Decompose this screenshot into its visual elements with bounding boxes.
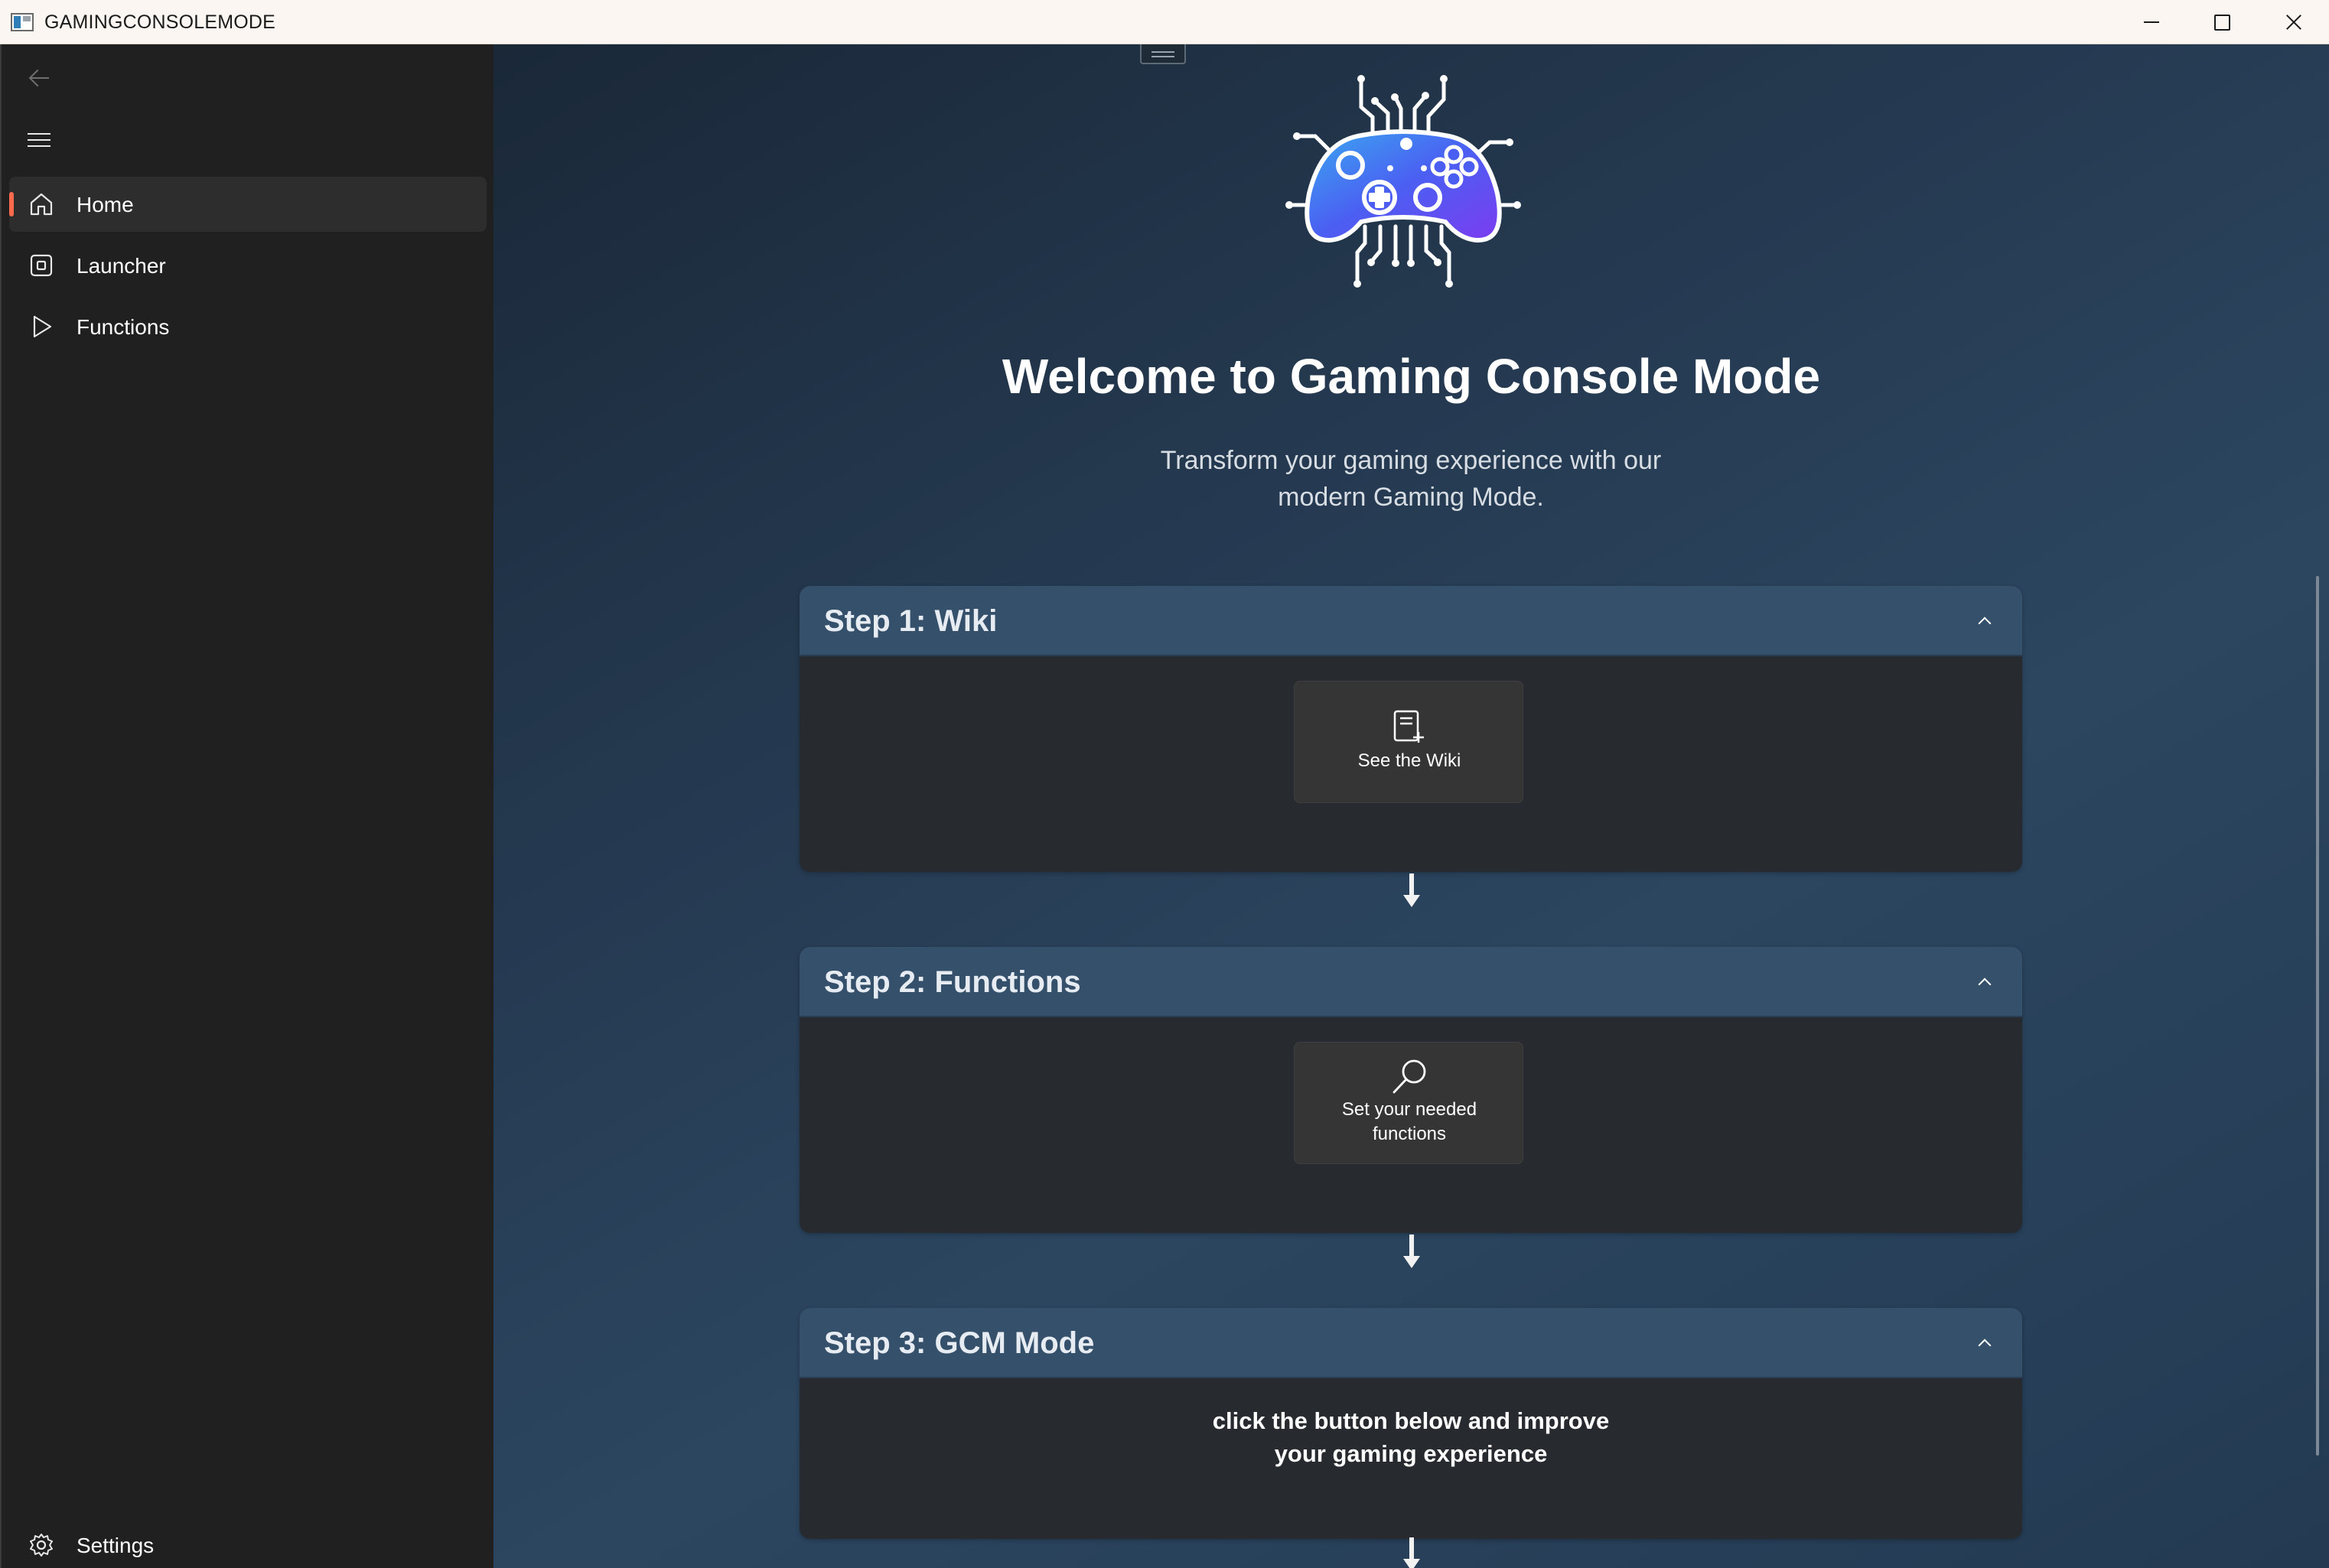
- see-wiki-label: See the Wiki: [1357, 750, 1461, 771]
- step-2-title: Step 2: Functions: [824, 965, 1081, 999]
- sidebar-item-label: Launcher: [77, 254, 166, 278]
- sidebar-item-launcher[interactable]: Launcher: [9, 238, 487, 293]
- settings-label: Settings: [77, 1534, 155, 1557]
- set-functions-label: Set your needed functions: [1295, 1098, 1524, 1147]
- step-3-header[interactable]: Step 3: GCM Mode: [800, 1308, 2022, 1378]
- window-title: GAMINGCONSOLEMODE: [44, 11, 276, 33]
- chevron-up-icon[interactable]: [1976, 1337, 1992, 1352]
- arrow-down-icon: [1403, 1537, 1420, 1568]
- page-title: Welcome to Gaming Console Mode: [1002, 349, 1821, 404]
- gear-icon: [30, 1534, 53, 1557]
- step-1-header[interactable]: Step 1: Wiki: [800, 586, 2022, 656]
- arrow-down-icon: [1403, 873, 1420, 909]
- sidebar-item-settings[interactable]: Settings: [9, 1518, 487, 1568]
- home-icon: [30, 193, 53, 216]
- launcher-icon: [30, 254, 53, 277]
- gcm-description: click the button below and improve your …: [800, 1404, 2022, 1470]
- step-3-title: Step 3: GCM Mode: [824, 1326, 1095, 1360]
- app-icon: [11, 13, 34, 31]
- step-2-expander: Step 2: Functions Set your needed functi…: [800, 947, 2022, 1233]
- subtitle-line: Transform your gaming experience with ou…: [1160, 446, 1662, 475]
- minimize-button[interactable]: [2116, 0, 2187, 44]
- page-subtitle: Transform your gaming experience with ou…: [1105, 442, 1717, 516]
- set-functions-button[interactable]: Set your needed functions: [1294, 1042, 1523, 1164]
- search-icon: [1393, 1059, 1426, 1094]
- title-bar: GAMINGCONSOLEMODE: [0, 0, 2329, 44]
- sidebar-item-functions[interactable]: Functions: [9, 299, 487, 354]
- drag-handle[interactable]: [1140, 44, 1186, 64]
- step-1-expander: Step 1: Wiki See the Wiki: [800, 586, 2022, 872]
- play-icon: [33, 315, 52, 338]
- see-wiki-button[interactable]: See the Wiki: [1294, 681, 1523, 803]
- hamburger-menu-icon[interactable]: [28, 132, 50, 148]
- main-content[interactable]: Welcome to Gaming Console Mode Transform…: [493, 44, 2329, 1568]
- gamepad-logo-icon: [1285, 75, 1521, 288]
- vertical-scrollbar[interactable]: [2316, 576, 2319, 1456]
- back-arrow-icon[interactable]: [28, 69, 52, 87]
- label-line: functions: [1372, 1124, 1447, 1144]
- close-button[interactable]: [2257, 0, 2327, 44]
- step-3-expander: Step 3: GCM Mode click the button below …: [800, 1308, 2022, 1539]
- maximize-button[interactable]: [2187, 0, 2257, 44]
- description-line: click the button below and improve: [1212, 1407, 1610, 1434]
- label-line: Set your needed: [1341, 1099, 1477, 1120]
- step-1-title: Step 1: Wiki: [824, 604, 998, 638]
- navigation-pane: Home Launcher Functions Settings: [0, 44, 493, 1568]
- subtitle-line: modern Gaming Mode.: [1278, 483, 1544, 512]
- sidebar-item-home[interactable]: Home: [9, 177, 487, 232]
- step-2-header[interactable]: Step 2: Functions: [800, 947, 2022, 1017]
- chevron-up-icon[interactable]: [1976, 976, 1992, 991]
- wiki-icon: [1393, 710, 1424, 743]
- arrow-down-icon: [1403, 1235, 1420, 1270]
- description-line: your gaming experience: [1274, 1440, 1548, 1467]
- sidebar-item-label: Functions: [77, 315, 170, 339]
- sidebar-item-label: Home: [77, 193, 134, 216]
- selection-indicator: [9, 192, 14, 216]
- chevron-up-icon[interactable]: [1976, 615, 1992, 630]
